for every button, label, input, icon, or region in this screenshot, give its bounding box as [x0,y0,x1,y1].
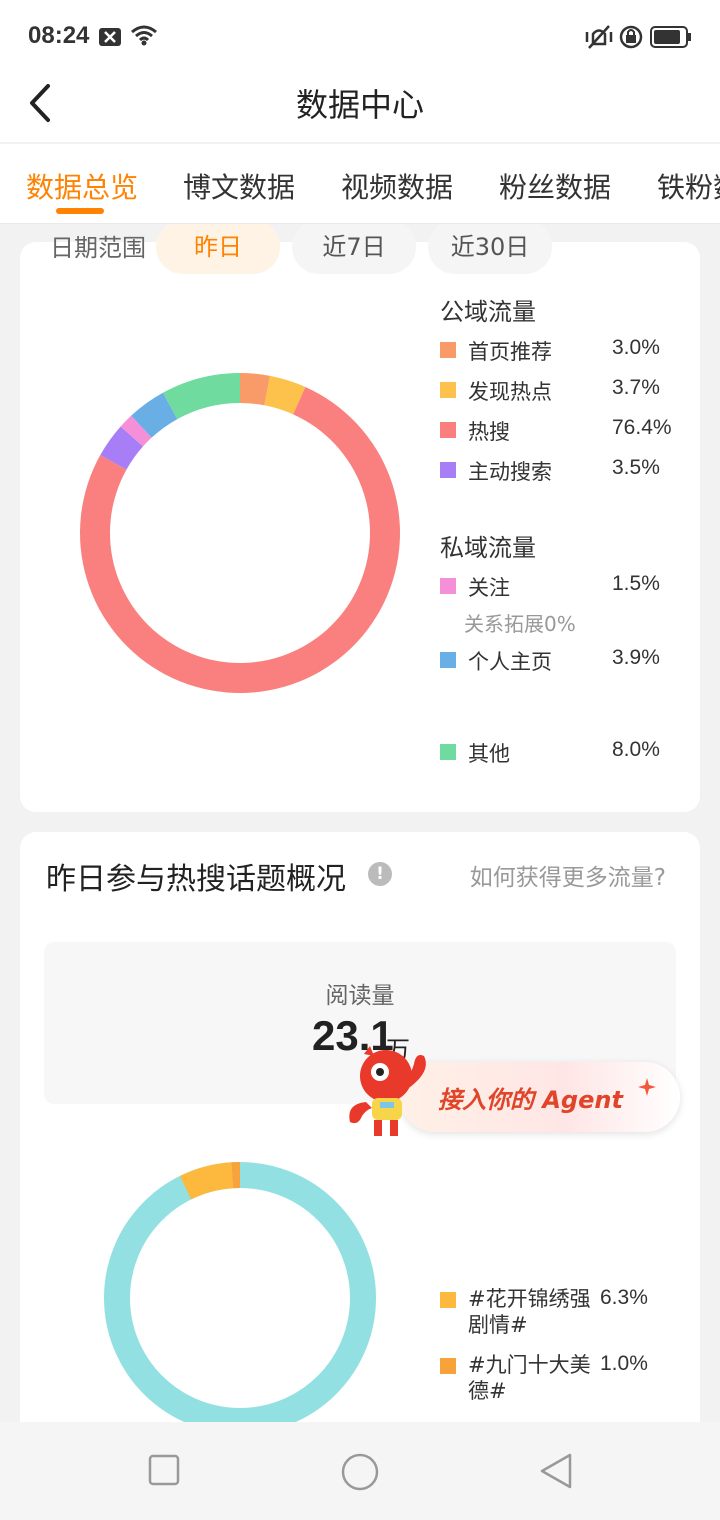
tab-post-data[interactable]: 博文数据 [183,166,295,206]
legend-item: 首页推荐 3.0% [440,336,680,366]
legend-name: 关注 [468,576,510,600]
page-title: 数据中心 [295,86,424,124]
legend-item: 关注 1.5% [440,572,680,602]
home-icon[interactable] [340,1452,380,1492]
legend-swatch [440,578,456,594]
legend-name: 热搜 [468,420,510,444]
date-option-7days[interactable]: 近7日 [292,220,416,274]
traffic-donut-chart [80,373,400,693]
legend-value: 1.5% [612,572,660,595]
legend-value: 3.0% [612,336,660,359]
tab-overview[interactable]: 数据总览 [26,166,138,206]
legend-swatch [440,422,456,438]
legend-value: 3.7% [612,376,660,399]
donut-slice-main [104,1162,376,1422]
date-option-yesterday[interactable]: 昨日 [156,220,280,274]
legend-swatch [440,744,456,760]
tab-bar: 数据总览 博文数据 视频数据 粉丝数据 铁粉数 [0,144,720,224]
legend-name: 个人主页 [468,650,552,674]
battery-icon [650,26,691,48]
topic-value: 6.3% [600,1286,648,1309]
legend-swatch [440,342,456,358]
tab-video-data[interactable]: 视频数据 [341,166,453,206]
tab-iron-fan-data[interactable]: 铁粉数 [657,166,720,206]
date-range-label: 日期范围 [50,234,146,262]
tab-active-indicator [56,208,104,214]
topic-name: #九门十大美德# [468,1353,591,1403]
legend-swatch [440,1358,456,1374]
status-time: 08:24 [28,22,90,49]
more-traffic-link[interactable]: 如何获得更多流量? [470,858,666,892]
notification-close-icon [99,28,121,46]
status-bar: 08:24 [0,0,720,72]
legend-item: 个人主页 3.9% [440,646,680,676]
legend-swatch [440,462,456,478]
header: 数据中心 [0,72,720,142]
date-option-30days[interactable]: 近30日 [428,220,552,274]
hot-topic-donut-chart [104,1162,376,1422]
public-traffic-title: 公域流量 [440,298,536,326]
rotation-lock-icon [619,25,643,49]
legend-item: 其他 8.0% [440,738,680,768]
legend-swatch [440,1292,456,1308]
topic-value: 1.0% [600,1352,648,1375]
donut-slice [162,373,240,420]
wifi-icon [131,25,157,46]
legend-value: 3.5% [612,456,660,479]
private-traffic-title: 私域流量 [440,534,536,562]
legend-name: 主动搜索 [468,460,552,484]
agent-banner-text: 接入你的 Agent [438,1086,623,1114]
hot-topic-title: 昨日参与热搜话题概况 [46,862,346,897]
sparkle-icon [638,1078,656,1096]
read-count-label: 阅读量 [325,983,395,1009]
system-nav-bar [0,1422,720,1520]
scroll-content[interactable]: 日期范围 昨日 近7日 近30日 公域流量 首页推荐 3.0% 发现热点 3.7… [0,142,720,1422]
back-nav-icon[interactable] [538,1452,574,1490]
recent-apps-icon[interactable] [148,1452,180,1488]
legend-name: 发现热点 [468,380,552,404]
legend-value: 76.4% [612,416,672,439]
tab-fan-data[interactable]: 粉丝数据 [499,166,611,206]
legend-item: 发现热点 3.7% [440,376,680,406]
legend-name: 其他 [468,742,510,766]
legend-value: 3.9% [612,646,660,669]
lobster-mascot-icon[interactable] [344,1042,436,1142]
legend-value: 8.0% [612,738,660,761]
legend-item: 主动搜索 3.5% [440,456,680,486]
legend-swatch [440,652,456,668]
legend-item: 热搜 76.4% [440,416,680,446]
traffic-source-card: 日期范围 昨日 近7日 近30日 公域流量 首页推荐 3.0% 发现热点 3.7… [20,220,700,812]
agent-banner[interactable]: 接入你的 Agent [400,1062,680,1132]
vibrate-mute-icon [585,25,613,49]
relation-expansion-note: 关系拓展0% [464,612,576,636]
legend-swatch [440,382,456,398]
legend-name: 首页推荐 [468,340,552,364]
topic-name: #花开锦绣强剧情# [468,1287,591,1337]
info-icon[interactable]: ! [368,862,392,886]
